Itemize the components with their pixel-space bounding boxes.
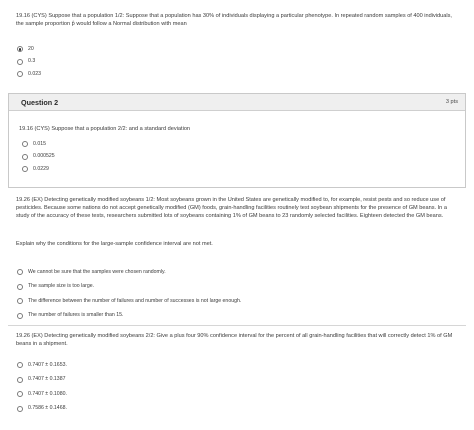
radio-button[interactable] (17, 269, 23, 276)
question-3: 19.26 (EX) Detecting genetically modifie… (0, 196, 474, 220)
answer-option[interactable]: 0.000525 (9, 151, 465, 164)
question-1-options: 20 0.3 0.023 (0, 43, 474, 81)
answer-option[interactable]: We cannot be sure that the samples were … (0, 265, 474, 280)
radio-button[interactable] (17, 376, 23, 383)
question-4-text: 19.26 (EX) Detecting genetically modifie… (16, 333, 453, 347)
question-3-prompt-block: Explain why the conditions for the large… (0, 240, 474, 248)
question-2-header: Question 2 3 pts (9, 94, 465, 111)
answer-option[interactable]: 0.7407 ± 0.1080. (0, 387, 474, 402)
answer-option[interactable]: 0.7586 ± 0.1468. (0, 402, 474, 417)
radio-button[interactable] (17, 283, 23, 290)
radio-selected[interactable] (17, 46, 23, 53)
question-2-card: Question 2 3 pts 19.16 (CYS) Suppose tha… (8, 93, 466, 188)
answer-option[interactable]: The sample size is too large. (0, 280, 474, 295)
answer-option[interactable]: The number of failures is smaller than 1… (0, 309, 474, 324)
answer-option[interactable]: 20 (0, 43, 474, 56)
radio-button[interactable] (17, 391, 23, 398)
question-points: 3 pts (445, 99, 458, 105)
answer-option[interactable]: 0.0229 (9, 163, 465, 176)
answer-option[interactable]: The difference between the number of fai… (0, 294, 474, 309)
answer-option[interactable]: 0.023 (0, 68, 474, 81)
question-3-prompt: Explain why the conditions for the large… (16, 241, 213, 247)
question-3-options: We cannot be sure that the samples were … (0, 265, 474, 323)
radio-button[interactable] (22, 166, 28, 173)
answer-option[interactable]: 0.015 (9, 138, 465, 151)
question-4: 19.26 (EX) Detecting genetically modifie… (0, 332, 474, 348)
radio-button[interactable] (17, 58, 23, 65)
radio-button[interactable] (17, 405, 23, 412)
radio-button[interactable] (17, 312, 23, 319)
radio-button[interactable] (22, 141, 28, 148)
question-3-text: 19.26 (EX) Detecting genetically modifie… (16, 197, 447, 219)
radio-button[interactable] (22, 153, 28, 160)
question-1-text: 19.16 (CYS) Suppose that a population 1/… (16, 13, 452, 27)
question-title: Question 2 (21, 97, 59, 107)
question-2-options: 0.015 0.000525 0.0229 (9, 138, 465, 176)
section-divider (8, 325, 466, 326)
radio-button[interactable] (17, 362, 23, 369)
question-1: 19.16 (CYS) Suppose that a population 1/… (0, 12, 474, 28)
radio-button[interactable] (17, 298, 23, 305)
question-4-options: 0.7407 ± 0.1653. 0.7407 ± 0.1387 0.7407 … (0, 358, 474, 416)
answer-option[interactable]: 0.7407 ± 0.1387 (0, 373, 474, 388)
radio-button[interactable] (17, 71, 23, 78)
answer-option[interactable]: 0.3 (0, 56, 474, 69)
answer-option[interactable]: 0.7407 ± 0.1653. (0, 358, 474, 373)
question-2-text: 19.16 (CYS) Suppose that a population 2/… (19, 126, 191, 132)
